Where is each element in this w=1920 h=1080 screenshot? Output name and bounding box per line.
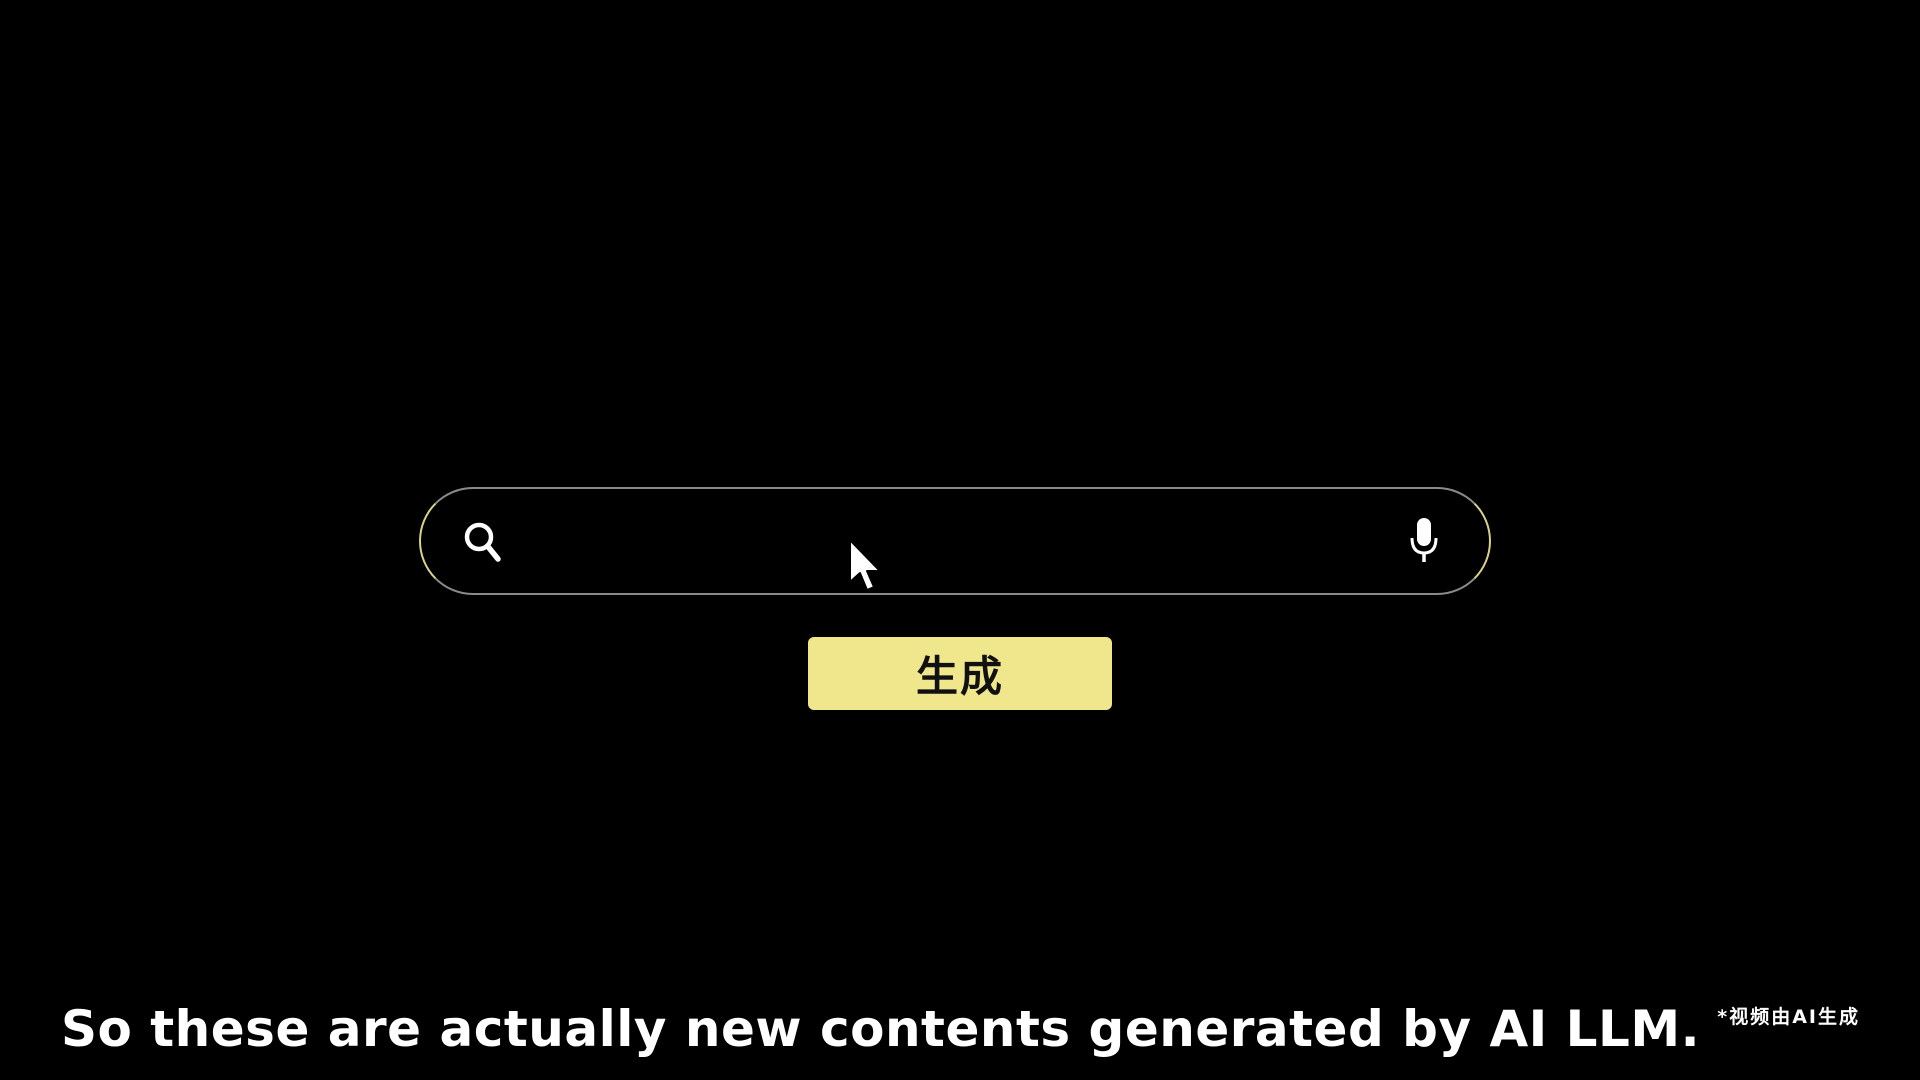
generate-button[interactable]: 生成 [808, 637, 1112, 710]
mouse-cursor-icon [849, 539, 881, 591]
microphone-icon[interactable] [1409, 516, 1439, 566]
search-icon[interactable] [461, 519, 505, 567]
ai-generated-watermark: *视频由AI生成 [1717, 1006, 1860, 1028]
subtitle-caption: So these are actually new contents gener… [61, 1000, 1701, 1058]
search-input[interactable] [521, 509, 1385, 575]
search-bar[interactable] [419, 487, 1491, 595]
